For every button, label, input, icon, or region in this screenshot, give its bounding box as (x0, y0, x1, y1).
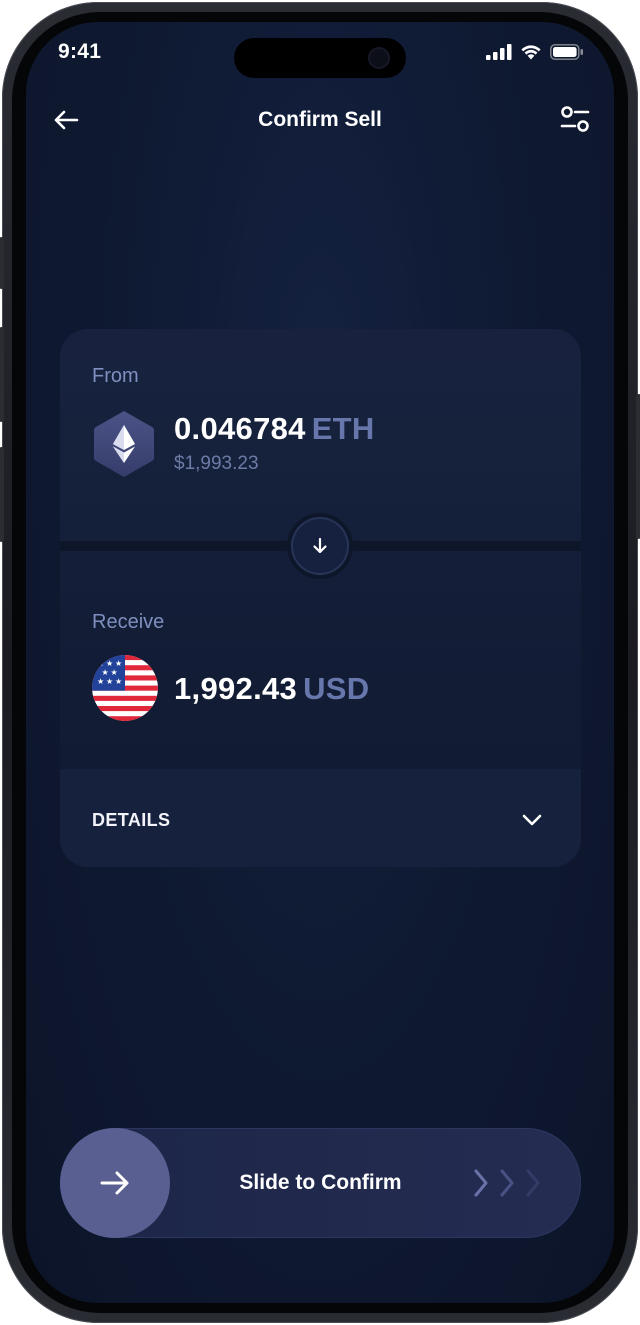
svg-text:★: ★ (106, 677, 113, 686)
slide-to-confirm[interactable]: Slide to Confirm (60, 1128, 581, 1238)
from-amount: 0.046784 ETH (174, 411, 375, 447)
svg-text:★: ★ (106, 659, 113, 668)
svg-text:★: ★ (102, 668, 109, 677)
chevron-right-icon (474, 1169, 488, 1197)
battery-icon (550, 44, 583, 60)
svg-text:★: ★ (115, 659, 122, 668)
swap-direction-button[interactable] (291, 517, 349, 575)
wifi-icon (521, 45, 541, 60)
chevron-right-icon (526, 1169, 540, 1197)
details-expand-button[interactable] (519, 807, 545, 833)
details-toggle-label[interactable]: DETAILS (92, 810, 170, 831)
slider-label: Slide to Confirm (239, 1171, 402, 1194)
volume-down-button (0, 447, 4, 542)
sell-summary-card: From 0.046784 ETH $1,993.23 Receive ★ ★ … (60, 329, 581, 867)
from-fiat-value: $1,993.23 (174, 453, 259, 474)
arrow-right-icon (100, 1171, 129, 1195)
power-button (636, 394, 640, 539)
settings-sliders-icon (560, 106, 590, 132)
receive-amount: 1,992.43 USD (174, 671, 369, 707)
settings-button[interactable] (558, 102, 592, 136)
receive-currency: USD (303, 671, 370, 706)
app-screen: 9:41 Confirm Sell From 0.046784 ETH $1,9… (26, 22, 614, 1303)
status-icons (486, 44, 584, 60)
receive-amount-value: 1,992.43 (174, 671, 298, 706)
receive-label: Receive (92, 611, 165, 633)
camera-icon (368, 47, 390, 69)
from-currency: ETH (311, 411, 375, 446)
cellular-signal-icon (486, 44, 512, 60)
slider-chevrons (471, 1167, 543, 1199)
svg-text:★: ★ (111, 668, 118, 677)
arrow-down-icon (313, 537, 327, 554)
mute-switch (0, 237, 4, 289)
from-label: From (92, 365, 139, 387)
from-amount-value: 0.046784 (174, 411, 306, 446)
dynamic-island (234, 38, 406, 78)
svg-text:★: ★ (97, 677, 104, 686)
us-flag-icon: ★★★ ★★ ★★★ (92, 655, 158, 721)
page-title: Confirm Sell (258, 108, 382, 131)
ethereum-icon (94, 411, 154, 477)
svg-text:★: ★ (115, 677, 122, 686)
chevron-down-icon (522, 814, 542, 826)
status-time: 9:41 (58, 40, 102, 63)
chevron-right-icon (500, 1169, 514, 1197)
slider-handle[interactable] (60, 1128, 170, 1238)
volume-up-button (0, 327, 4, 422)
